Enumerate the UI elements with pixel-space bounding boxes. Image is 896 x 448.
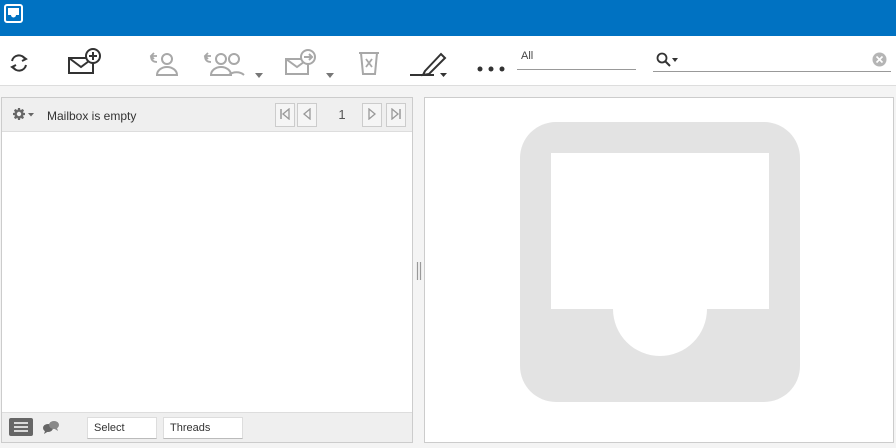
select-menu[interactable]: Select xyxy=(87,417,157,439)
clear-icon[interactable] xyxy=(872,52,887,70)
forward-button[interactable] xyxy=(282,48,318,78)
next-page-icon xyxy=(366,107,378,123)
reply-all-dropdown-icon[interactable] xyxy=(255,68,263,78)
forward-dropdown-icon[interactable] xyxy=(326,68,334,78)
app-logo-icon[interactable] xyxy=(4,4,24,24)
message-list-panel: Mailbox is empty 1 Select Threads xyxy=(1,97,413,443)
delete-button[interactable] xyxy=(354,48,384,78)
page-number: 1 xyxy=(338,107,346,122)
search-icon[interactable] xyxy=(656,52,680,71)
refresh-button[interactable] xyxy=(6,50,32,76)
pane-splitter[interactable] xyxy=(416,262,422,280)
reply-button[interactable] xyxy=(146,48,182,78)
threads-menu-label: Threads xyxy=(170,422,211,434)
list-view-icon xyxy=(9,417,33,439)
message-list-footer: Select Threads xyxy=(2,412,412,442)
mailbox-empty-icon xyxy=(520,122,800,405)
prev-page-icon xyxy=(301,107,313,123)
select-menu-label: Select xyxy=(94,422,125,434)
prev-page-button[interactable] xyxy=(297,103,317,127)
compose-button[interactable] xyxy=(64,46,104,78)
reply-all-button[interactable] xyxy=(200,48,248,78)
forward-icon xyxy=(283,48,317,78)
delete-icon xyxy=(356,49,382,77)
filter-select-value: All xyxy=(521,50,534,62)
next-page-button[interactable] xyxy=(362,103,382,127)
mailbox-status: Mailbox is empty xyxy=(47,109,137,123)
message-list-header: Mailbox is empty 1 xyxy=(2,98,412,132)
more-icon xyxy=(475,65,507,73)
search-input[interactable] xyxy=(653,48,891,72)
message-preview-panel xyxy=(424,97,894,443)
more-button[interactable] xyxy=(474,58,508,80)
list-view-button[interactable] xyxy=(8,417,34,439)
mark-button[interactable] xyxy=(408,48,448,78)
reply-all-icon xyxy=(201,48,247,78)
compose-icon xyxy=(65,47,103,77)
app-header xyxy=(0,0,896,36)
refresh-icon xyxy=(8,52,30,74)
threads-view-icon xyxy=(42,420,60,437)
gear-icon[interactable] xyxy=(10,107,36,126)
filter-select[interactable]: All xyxy=(517,48,636,70)
mark-icon xyxy=(408,48,448,78)
threads-menu[interactable]: Threads xyxy=(163,417,243,439)
reply-icon xyxy=(147,48,181,78)
first-page-icon xyxy=(279,107,291,123)
threads-view-button[interactable] xyxy=(40,417,62,439)
last-page-icon xyxy=(390,107,402,123)
last-page-button[interactable] xyxy=(386,103,406,127)
first-page-button[interactable] xyxy=(275,103,295,127)
